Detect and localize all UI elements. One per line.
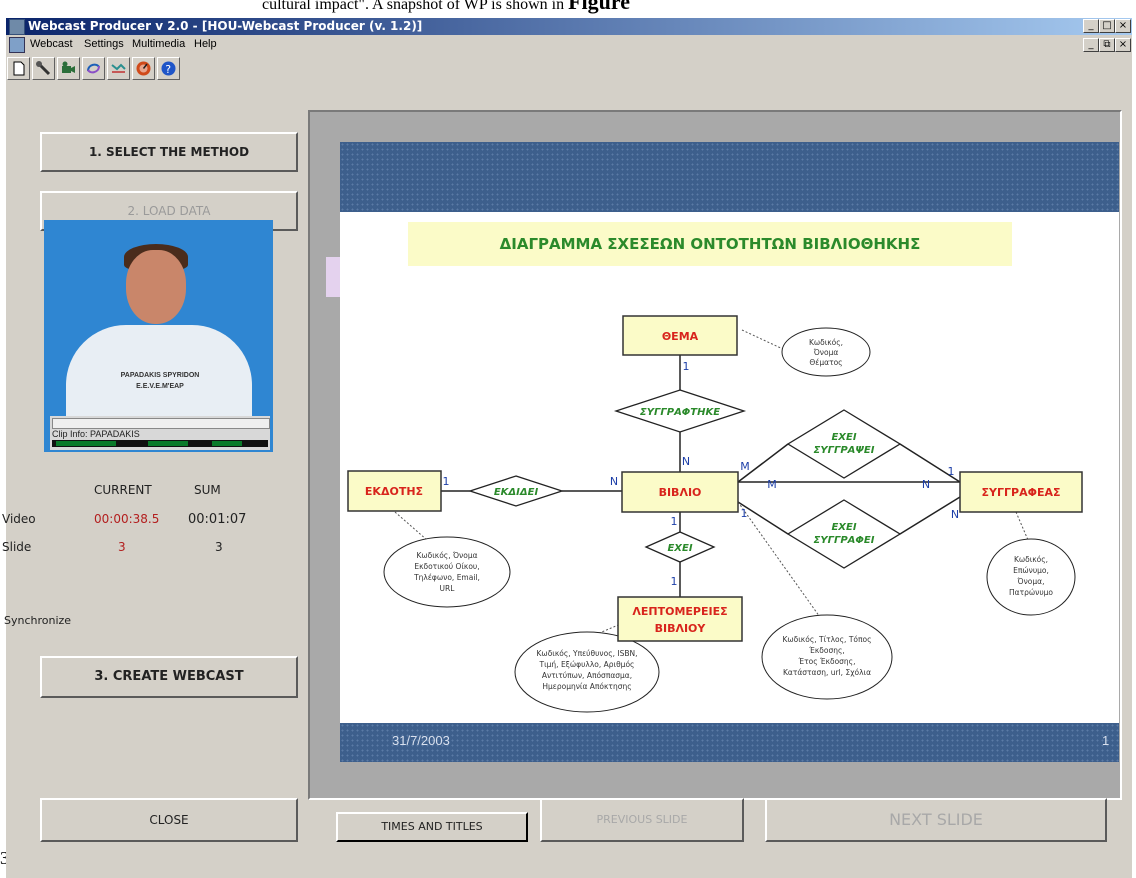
menu-help[interactable]: Help	[194, 38, 217, 50]
card-thema-1: 1	[683, 360, 690, 373]
relation-exei-syggrafei-line1: ΕΧΕΙ	[831, 522, 856, 533]
new-document-icon[interactable]	[7, 57, 30, 80]
playback-seek-bar[interactable]	[52, 418, 270, 429]
close-button[interactable]: CLOSE	[40, 798, 298, 842]
card-vivlio-m: M	[767, 478, 777, 491]
app-icon	[9, 19, 25, 35]
attr-vivlio-1: Κωδικός, Τίτλος, Τόπος	[782, 635, 871, 644]
caption-text: cultural impact". A snapshot of WP is sh…	[262, 0, 630, 14]
attr-thema-2: Όνομα	[813, 348, 839, 357]
card-vivlio-m-top: M	[740, 460, 750, 473]
card-vivlio-n-top: N	[682, 455, 690, 468]
menu-multimedia[interactable]: Multimedia	[132, 38, 185, 50]
attr-syggrafeas-1: Κωδικός,	[1014, 555, 1048, 564]
slide-row-label: Slide	[2, 540, 32, 554]
create-webcast-button[interactable]: 3. CREATE WEBCAST	[40, 656, 298, 698]
card-syggrafeas-n: N	[922, 478, 930, 491]
attr-vivlio-2: Έκδοσης,	[808, 646, 845, 655]
relation-exei-syggrapsei-line1: ΕΧΕΙ	[831, 432, 856, 443]
camera-icon[interactable]	[57, 57, 80, 80]
maximize-button[interactable]: □	[1099, 19, 1115, 33]
entity-leptomereies-line1: ΛΕΠΤΟΜΕΡΕΙΕΣ	[632, 605, 727, 618]
video-row-label: Video	[2, 512, 36, 526]
attr-ekdotis-3: Τηλέφωνο, Email,	[413, 573, 480, 582]
minimize-button[interactable]: _	[1083, 19, 1099, 33]
attr-thema-3: Θέματος	[809, 358, 842, 367]
record-icon[interactable]	[132, 57, 155, 80]
svg-text:?: ?	[165, 63, 171, 76]
entity-leptomereies-line2: ΒΙΒΛΙΟΥ	[655, 622, 707, 635]
attr-vivlio-4: Κατάσταση, url, Σχόλια	[783, 668, 871, 677]
attr-leptomereies-2: Τιμή, Εξώφυλλο, Αριθμός	[539, 660, 635, 669]
card-vivlio-1-bottom: 1	[671, 515, 678, 528]
card-syggrafeas-1: 1	[948, 465, 955, 478]
times-and-titles-button[interactable]: TIMES AND TITLES	[336, 812, 528, 842]
attr-leptomereies-4: Ημερομηνία Απόκτησης	[542, 682, 631, 691]
current-header: CURRENT	[94, 483, 152, 497]
slide-canvas: ΔΙΑΓΡΑΜΜΑ ΣΧΕΣΕΩΝ ΟΝΤΟΤΗΤΩΝ ΒΙΒΛΙΟΘΗΚΗΣ	[326, 142, 1119, 762]
previous-slide-button[interactable]: PREVIOUS SLIDE	[540, 798, 744, 842]
card-vivlio-n-left: N	[610, 475, 618, 488]
relation-exei: ΕΧΕΙ	[667, 543, 692, 554]
card-vivlio-1-right: 1	[741, 507, 748, 520]
window-title: Webcast Producer v 2.0 - [HOU-Webcast Pr…	[28, 19, 423, 33]
attr-ekdotis-1: Κωδικός, Όνομα	[416, 551, 477, 560]
document-caption: cultural impact". A snapshot of WP is sh…	[0, 0, 1136, 20]
entity-syggrafeas: ΣΥΓΓΡΑΦΕΑΣ	[982, 486, 1061, 499]
doc-minimize-button[interactable]: _	[1083, 38, 1099, 52]
card-ekdotis-1: 1	[443, 475, 450, 488]
menu-bar: Webcast Settings Multimedia Help _ ⧉ ×	[6, 35, 1132, 54]
video-preview: PAPADAKIS SPYRIDON E.E.V.E.M'EAP Clip In…	[44, 220, 273, 452]
title-bar: Webcast Producer v 2.0 - [HOU-Webcast Pr…	[6, 18, 1132, 35]
relation-exei-syggrapsei-line2: ΣΥΓΓΡΑΨΕΙ	[814, 445, 875, 456]
attr-leptomereies-1: Κωδικός, Υπεύθυνος, ISBN,	[537, 649, 638, 658]
presenter-caption: PAPADAKIS SPYRIDON E.E.V.E.M'EAP	[120, 372, 200, 390]
doc-restore-button[interactable]: ⧉	[1099, 38, 1115, 52]
card-syggrafeas-n-bottom: N	[951, 508, 959, 521]
slide-page-number: 1	[1102, 733, 1110, 748]
er-diagram: ΘΕΜΑ ΕΚΔΟΤΗΣ ΒΙΒΛΙΟ ΣΥΓΓΡΑΦΕΑΣ ΛΕΠΤΟΜΕΡΕ…	[347, 315, 1083, 713]
relation-syggrafthike: ΣΥΓΓΡΑΦΤΗΚΕ	[640, 407, 720, 418]
relation-ekdidei: ΕΚΔΙΔΕΙ	[494, 487, 539, 498]
entity-ekdotis: ΕΚΔΟΤΗΣ	[365, 485, 423, 498]
video-total-time: 00:01:07	[188, 512, 247, 527]
document-icon	[9, 37, 25, 53]
entity-thema: ΘΕΜΑ	[662, 330, 699, 343]
synchronize-label[interactable]: Synchronize	[4, 614, 71, 627]
attr-syggrafeas-3: Όνομα,	[1017, 577, 1045, 586]
toolbar: ?	[6, 54, 306, 84]
attr-ekdotis-4: URL	[440, 584, 456, 593]
slide-footer-band: 31/7/2003 1	[340, 723, 1119, 762]
doc-close-button[interactable]: ×	[1115, 38, 1131, 52]
help-icon[interactable]: ?	[157, 57, 180, 80]
slide-total: 3	[215, 540, 223, 554]
attr-thema-1: Κωδικός,	[809, 338, 843, 347]
slide-current: 3	[118, 540, 126, 554]
attr-ekdotis-2: Εκδοτικού Οίκου,	[414, 562, 479, 571]
attr-syggrafeas-2: Επώνυμο,	[1013, 566, 1049, 575]
refresh-icon[interactable]	[82, 57, 105, 80]
chart-icon[interactable]	[107, 57, 130, 80]
menu-settings[interactable]: Settings	[84, 38, 124, 50]
player-status-bar	[52, 440, 268, 447]
entity-vivlio: ΒΙΒΛΙΟ	[659, 486, 702, 499]
slide-date: 31/7/2003	[392, 733, 450, 748]
card-leptomereies-1: 1	[671, 575, 678, 588]
attr-leptomereies-3: Αντιτύπων, Απόσπασμα,	[542, 671, 632, 680]
slide-thumbnail-strip	[326, 257, 340, 297]
select-method-button[interactable]: 1. SELECT THE METHOD	[40, 132, 298, 172]
attr-vivlio-3: Έτος Έκδοσης,	[798, 657, 856, 666]
video-current-time: 00:00:38.5	[94, 512, 160, 526]
sum-header: SUM	[194, 483, 221, 497]
presenter-head	[126, 250, 186, 324]
next-slide-button[interactable]: NEXT SLIDE	[765, 798, 1107, 842]
relation-exei-syggrafei-line2: ΣΥΓΓΡΑΦΕΙ	[814, 535, 875, 546]
menu-webcast[interactable]: Webcast	[30, 38, 73, 50]
attr-syggrafeas-4: Πατρώνυμο	[1009, 588, 1053, 597]
tools-icon[interactable]	[32, 57, 55, 80]
close-window-button[interactable]: ×	[1115, 19, 1131, 33]
clip-info-label: Clip Info: PAPADAKIS	[52, 429, 140, 439]
media-player-controls: Clip Info: PAPADAKIS	[50, 416, 270, 450]
